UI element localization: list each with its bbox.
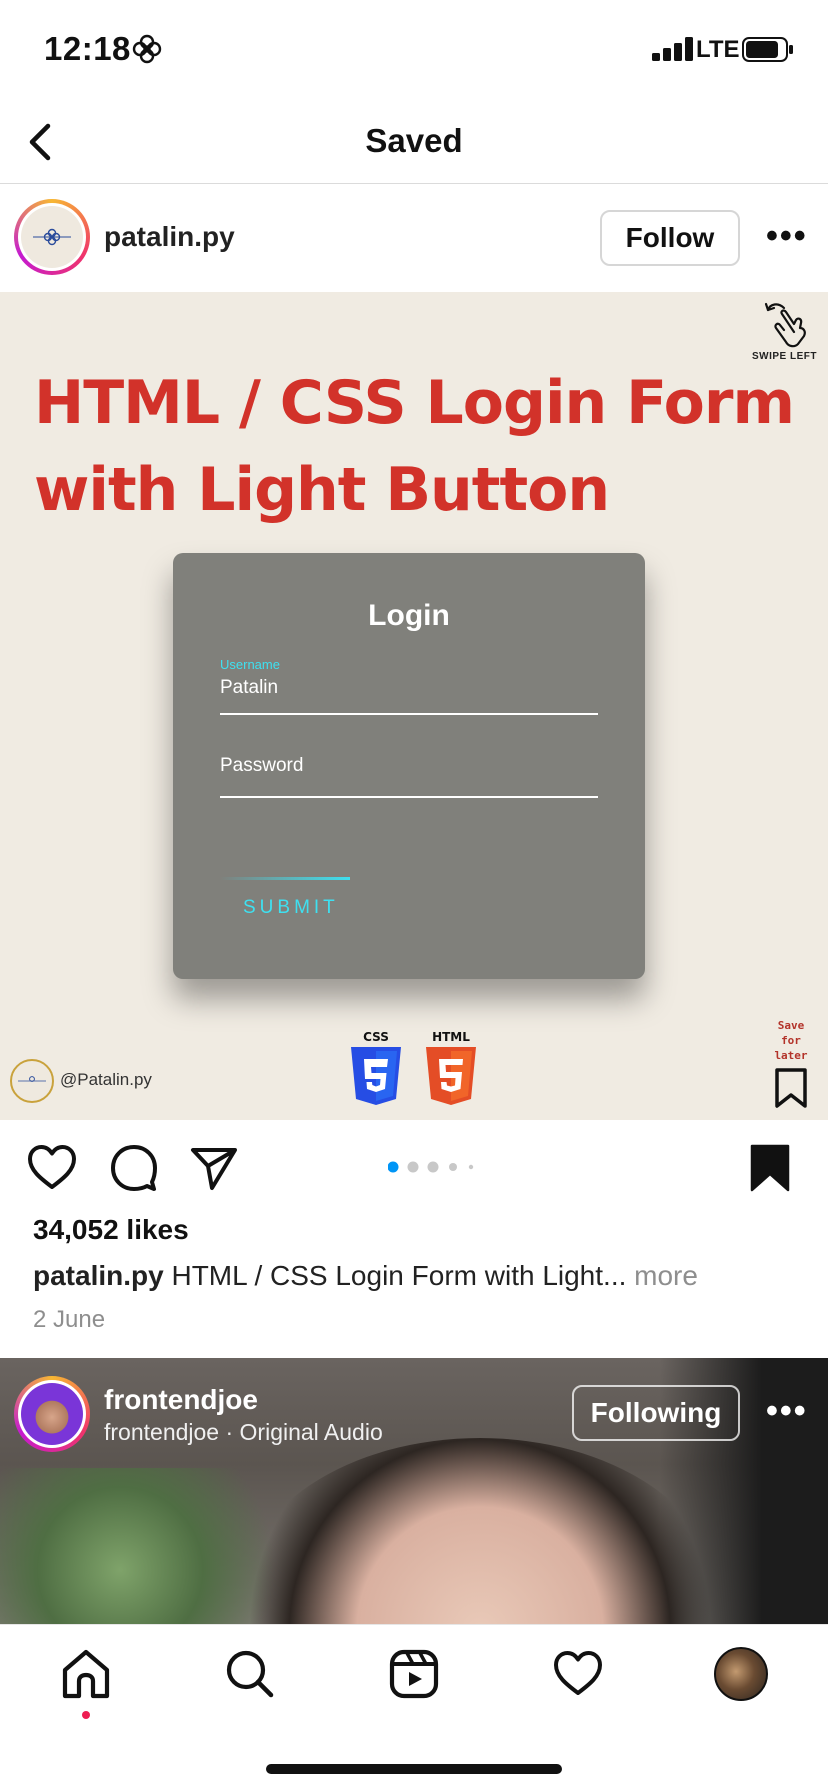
- following-button[interactable]: Following: [572, 1385, 740, 1441]
- patalin-logo-icon: [33, 228, 71, 246]
- nav-header: Saved: [0, 100, 828, 184]
- reel-more-icon[interactable]: •••: [766, 1394, 808, 1428]
- css3-logo-icon: CSS: [351, 1030, 401, 1105]
- login-title: Login: [368, 599, 450, 632]
- password-underline: [220, 796, 598, 798]
- save-for-later-text: Save for later: [766, 1018, 816, 1063]
- post-username[interactable]: patalin.py: [104, 221, 235, 253]
- caption-text: HTML / CSS Login Form with Light...: [171, 1260, 627, 1291]
- follow-button[interactable]: Follow: [600, 210, 740, 266]
- home-notification-dot: [82, 1711, 90, 1719]
- post-avatar[interactable]: [14, 199, 90, 275]
- handle-avatar: [10, 1059, 54, 1103]
- post-date: 2 June: [33, 1306, 106, 1333]
- like-heart-icon[interactable]: [26, 1142, 78, 1194]
- watermark-handle: @Patalin.py: [60, 1070, 152, 1089]
- page-title: Saved: [365, 122, 463, 159]
- post-image[interactable]: SWIPE LEFT HTML / CSS Login Form with Li…: [0, 292, 828, 1120]
- status-bar: 12:18 LTE: [0, 0, 828, 100]
- focus-flower-icon: [132, 34, 162, 64]
- profile-avatar[interactable]: [714, 1647, 768, 1701]
- reel-preview[interactable]: frontendjoe frontendjoe · Original Audio…: [0, 1358, 828, 1624]
- reel-username[interactable]: frontendjoe: [104, 1384, 258, 1416]
- headline-line-2: with Light Button: [34, 455, 610, 525]
- activity-heart-icon[interactable]: [551, 1647, 605, 1701]
- html5-logo-icon: HTML: [426, 1030, 476, 1105]
- search-icon[interactable]: [223, 1647, 277, 1701]
- home-indicator: [266, 1764, 562, 1774]
- save-bookmark-illustration-icon: [775, 1068, 807, 1108]
- swipe-hand-icon: [764, 302, 806, 348]
- username-underline: [220, 713, 598, 715]
- html-logo-label: HTML: [432, 1030, 470, 1044]
- headline-line-1: HTML / CSS Login Form: [34, 368, 795, 438]
- post-more-icon[interactable]: •••: [766, 219, 808, 253]
- reel-avatar[interactable]: [14, 1376, 90, 1452]
- submit-label: SUBMIT: [243, 897, 339, 918]
- caption-username[interactable]: patalin.py: [33, 1260, 164, 1291]
- username-label: Username: [220, 657, 280, 672]
- password-label: Password: [220, 755, 304, 776]
- post-caption[interactable]: patalin.py HTML / CSS Login Form with Li…: [33, 1260, 698, 1292]
- network-type: LTE: [696, 36, 740, 63]
- submit-light-line: [220, 877, 350, 880]
- comment-bubble-icon[interactable]: [108, 1142, 160, 1194]
- post-headline: HTML / CSS Login Form with Light Button: [34, 360, 814, 534]
- patalin-small-logo-icon: [18, 1076, 46, 1082]
- post-header: patalin.py Follow •••: [0, 185, 828, 291]
- share-send-icon[interactable]: [188, 1142, 240, 1194]
- carousel-dots: [388, 1161, 474, 1173]
- caption-more-link[interactable]: more: [634, 1260, 698, 1291]
- status-time: 12:18: [44, 30, 131, 67]
- css-logo-label: CSS: [363, 1030, 389, 1044]
- reel-audio[interactable]: frontendjoe · Original Audio: [104, 1419, 383, 1446]
- login-form-preview: Login Username Patalin Password SUBMIT: [173, 553, 645, 979]
- save-line-1: Save: [777, 1019, 805, 1032]
- saved-bookmark-icon[interactable]: [744, 1142, 796, 1194]
- battery-icon: [742, 37, 793, 62]
- home-icon[interactable]: [59, 1647, 113, 1701]
- reels-icon[interactable]: [387, 1647, 441, 1701]
- username-value: Patalin: [220, 677, 279, 698]
- save-line-2: for: [781, 1034, 801, 1047]
- like-count[interactable]: 34,052 likes: [33, 1214, 189, 1246]
- post-actions: [0, 1120, 828, 1218]
- save-line-3: later: [774, 1049, 808, 1062]
